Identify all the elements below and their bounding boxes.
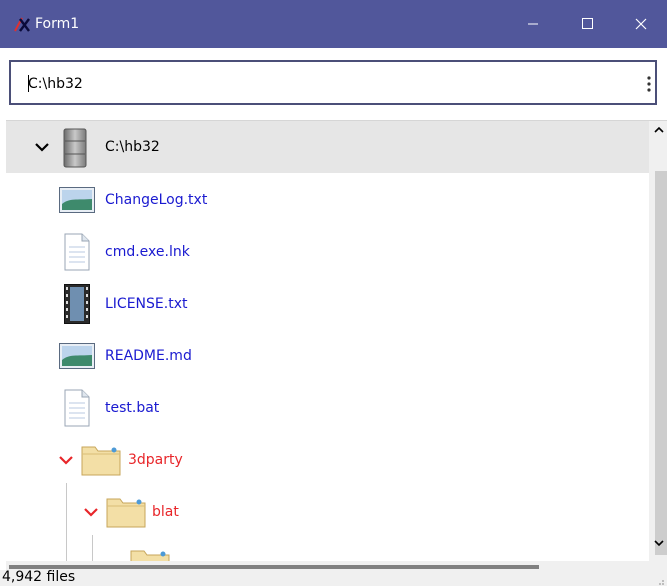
file-tree[interactable]: C:\hb32 ChangeLog.txt cmd.exe.lnk LICENS…	[6, 120, 667, 570]
tree-folder-label: 3dparty	[128, 452, 183, 468]
text-file-icon	[64, 233, 90, 271]
folder-icon	[81, 446, 121, 476]
tree-file-label: LICENSE.txt	[105, 296, 188, 312]
tree-folder-row[interactable]: blat	[6, 486, 649, 538]
tree-root-row[interactable]: C:\hb32	[6, 121, 649, 173]
address-bar[interactable]	[9, 60, 657, 105]
resize-grip-icon[interactable]	[655, 576, 665, 586]
window-title: Form1	[35, 16, 80, 32]
tree-root-label: C:\hb32	[105, 139, 160, 155]
tree-file-row[interactable]: test.bat	[6, 382, 649, 434]
file-count-status: 4,942 files	[2, 569, 76, 585]
tree-file-row[interactable]: cmd.exe.lnk	[6, 226, 649, 278]
tree-file-label: test.bat	[105, 400, 160, 416]
tree-file-label: cmd.exe.lnk	[105, 244, 190, 260]
minimize-button[interactable]	[510, 0, 556, 48]
horizontal-scrollbar[interactable]	[6, 561, 649, 570]
folder-icon	[106, 498, 146, 528]
minimize-icon	[528, 23, 538, 25]
close-icon	[635, 18, 647, 30]
more-options-icon[interactable]	[639, 72, 659, 96]
tree-file-row[interactable]: ChangeLog.txt	[6, 174, 649, 226]
maximize-button[interactable]	[564, 0, 610, 48]
scroll-down-icon[interactable]	[653, 538, 665, 548]
drive-icon	[63, 128, 87, 168]
scroll-up-icon[interactable]	[653, 125, 665, 135]
vertical-scrollbar[interactable]	[649, 121, 667, 570]
status-bar: 4,942 files	[0, 569, 667, 586]
app-logo-icon	[14, 17, 30, 32]
video-file-icon	[64, 284, 90, 324]
tree-file-row[interactable]: LICENSE.txt	[6, 278, 649, 330]
chevron-down-icon[interactable]	[34, 141, 50, 153]
tree-file-row[interactable]: README.md	[6, 330, 649, 382]
tree-folder-row[interactable]: 3dparty	[6, 434, 649, 486]
close-button[interactable]	[619, 0, 665, 48]
tree-file-label: ChangeLog.txt	[105, 192, 208, 208]
chevron-down-icon[interactable]	[83, 506, 99, 518]
tree-folder-label: blat	[152, 504, 179, 520]
title-bar[interactable]: Form1	[0, 0, 667, 48]
text-caret	[28, 75, 29, 92]
image-file-icon	[59, 343, 95, 369]
image-file-icon	[59, 187, 95, 213]
path-input[interactable]	[28, 74, 588, 94]
tree-file-label: README.md	[105, 348, 192, 364]
chevron-down-icon[interactable]	[58, 454, 74, 466]
maximize-icon	[582, 18, 593, 29]
horizontal-scroll-thumb[interactable]	[9, 565, 539, 569]
vertical-scroll-thumb[interactable]	[655, 171, 667, 555]
text-file-icon	[64, 389, 90, 427]
